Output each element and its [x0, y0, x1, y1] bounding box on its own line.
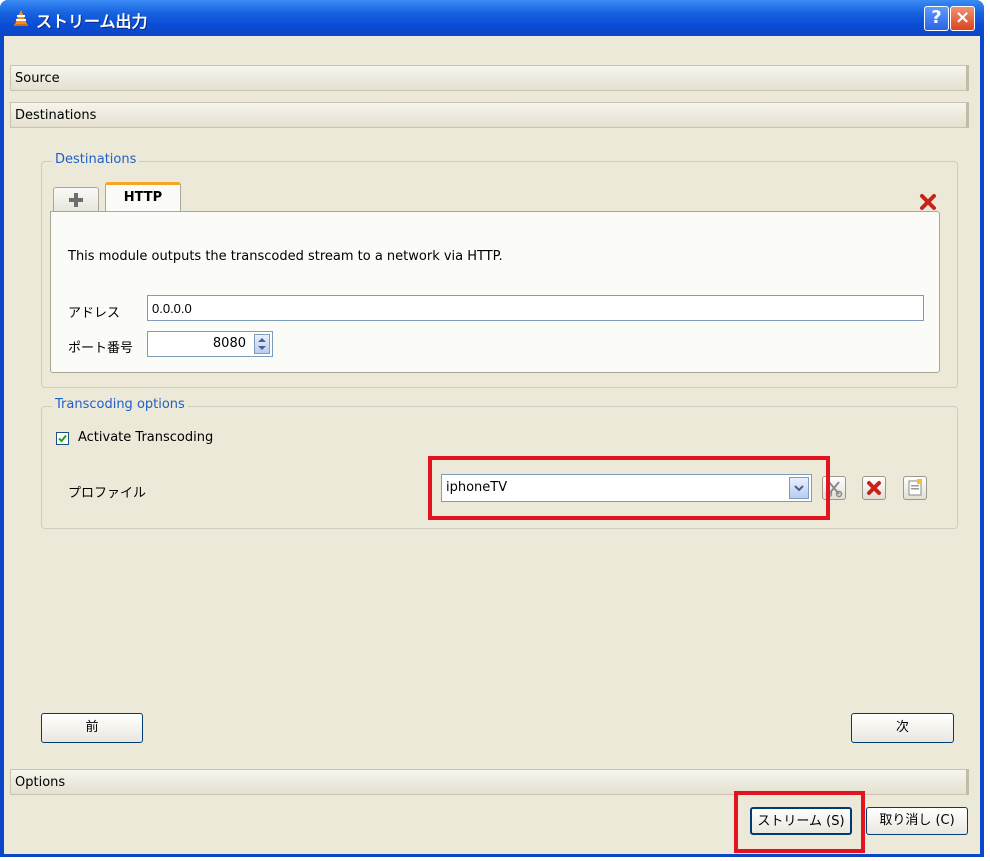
delete-profile-button[interactable]	[862, 476, 886, 500]
title-bar[interactable]: ストリーム出力 ? ×	[0, 0, 984, 36]
delete-profile-icon	[867, 481, 881, 495]
activate-transcoding-checkbox[interactable]	[56, 432, 69, 445]
tab-http[interactable]: HTTP	[105, 182, 181, 212]
remove-tab-icon[interactable]	[919, 193, 937, 211]
next-button[interactable]: 次	[851, 713, 954, 743]
vlc-cone-icon	[14, 10, 28, 26]
stream-highlight-box	[734, 791, 865, 853]
transcoding-group-title: Transcoding options	[52, 397, 188, 412]
close-button[interactable]: ×	[950, 6, 975, 31]
module-description: This module outputs the transcoded strea…	[68, 249, 503, 264]
activate-transcoding-label[interactable]: Activate Transcoding	[78, 430, 213, 445]
new-profile-button[interactable]	[903, 476, 927, 500]
port-stepper[interactable]	[254, 334, 270, 354]
check-icon	[58, 434, 67, 443]
address-label: アドレス	[68, 306, 121, 321]
section-destinations[interactable]: Destinations	[10, 102, 969, 128]
address-input[interactable]	[147, 295, 924, 321]
spin-arrows-icon	[258, 338, 266, 350]
new-profile-icon	[908, 479, 922, 496]
destinations-group-title: Destinations	[52, 152, 140, 167]
add-destination-tab[interactable]	[53, 187, 99, 211]
section-source[interactable]: Source	[10, 65, 969, 91]
profile-label: プロファイル	[68, 486, 147, 501]
plus-icon	[69, 193, 83, 207]
help-button[interactable]: ?	[924, 6, 949, 31]
previous-button[interactable]: 前	[41, 713, 143, 743]
cancel-button[interactable]: 取り消し (C)	[866, 807, 968, 835]
window-title: ストリーム出力	[36, 12, 148, 31]
port-label: ポート番号	[68, 341, 134, 356]
port-value: 8080	[212, 336, 246, 351]
profile-highlight-box	[428, 456, 830, 520]
